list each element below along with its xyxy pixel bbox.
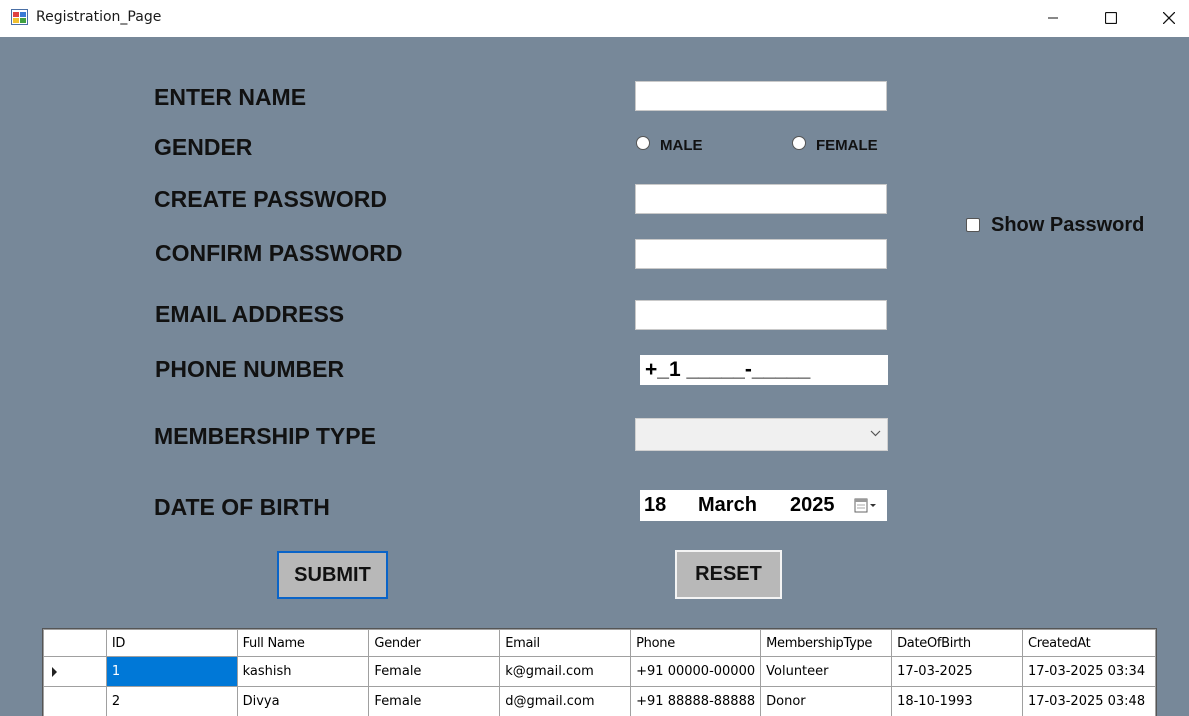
chevron-down-icon: [870, 430, 881, 437]
phone-value: +_1 _____-_____: [645, 358, 811, 381]
dob-day[interactable]: 18: [644, 494, 666, 517]
create-password-input[interactable]: [635, 184, 887, 214]
cell-created-at[interactable]: 17-03-2025 03:34: [1021, 656, 1156, 687]
male-radio-label[interactable]: MALE: [660, 137, 703, 154]
email-input[interactable]: [635, 300, 887, 330]
column-header-phone[interactable]: Phone: [630, 629, 762, 657]
current-row-arrow-icon: [52, 667, 57, 677]
column-header-id[interactable]: ID: [105, 629, 238, 657]
cell-gender[interactable]: Female: [368, 686, 501, 716]
membership-dropdown[interactable]: [635, 418, 888, 451]
name-input[interactable]: [635, 81, 887, 111]
cell-id[interactable]: 1: [105, 656, 238, 687]
close-button[interactable]: [1140, 0, 1189, 37]
grid-header-row: ID Full Name Gender Email Phone Membersh…: [43, 629, 1156, 657]
column-header-date-of-birth[interactable]: DateOfBirth: [891, 629, 1023, 657]
cell-phone[interactable]: +91 00000-00000: [630, 656, 762, 687]
dob-label: DATE OF BIRTH: [154, 494, 330, 520]
confirm-password-label: CONFIRM PASSWORD: [155, 240, 403, 266]
row-header[interactable]: [43, 656, 107, 687]
close-icon: [1163, 12, 1175, 24]
registrations-grid[interactable]: ID Full Name Gender Email Phone Membersh…: [42, 628, 1157, 716]
grid-corner-cell: [43, 629, 107, 657]
cell-membership-type[interactable]: Volunteer: [760, 656, 893, 687]
show-password-label[interactable]: Show Password: [991, 214, 1144, 237]
gender-label: GENDER: [154, 134, 253, 160]
female-radio[interactable]: [792, 136, 806, 150]
maximize-icon: [1105, 12, 1117, 24]
dob-month[interactable]: March: [698, 494, 757, 517]
dob-date-picker[interactable]: 18 March 2025: [640, 490, 887, 521]
membership-label: MEMBERSHIP TYPE: [154, 423, 376, 449]
cell-date-of-birth[interactable]: 18-10-1993: [891, 686, 1023, 716]
table-row[interactable]: 1 kashish Female k@gmail.com +91 00000-0…: [43, 656, 1156, 687]
dob-year[interactable]: 2025: [790, 494, 835, 517]
cell-date-of-birth[interactable]: 17-03-2025: [891, 656, 1023, 687]
cell-email[interactable]: d@gmail.com: [499, 686, 632, 716]
confirm-password-input[interactable]: [635, 239, 887, 269]
table-row[interactable]: 2 Divya Female d@gmail.com +91 88888-888…: [43, 686, 1156, 716]
window-title: Registration_Page: [36, 9, 162, 25]
name-label: ENTER NAME: [154, 84, 307, 110]
show-password-checkbox[interactable]: [966, 218, 980, 232]
cell-id[interactable]: 2: [105, 686, 238, 716]
minimize-icon: [1048, 17, 1058, 19]
submit-button[interactable]: SUBMIT: [277, 551, 388, 599]
phone-masked-input[interactable]: +_1 _____-_____: [640, 355, 888, 385]
maximize-button[interactable]: [1082, 0, 1140, 37]
create-password-label: CREATE PASSWORD: [154, 186, 387, 212]
minimize-button[interactable]: [1024, 0, 1082, 37]
column-header-full-name[interactable]: Full Name: [236, 629, 370, 657]
male-radio[interactable]: [636, 136, 650, 150]
calendar-dropdown-icon[interactable]: [854, 498, 878, 514]
reset-button[interactable]: RESET: [675, 550, 782, 599]
cell-phone[interactable]: +91 88888-88888: [630, 686, 762, 716]
cell-full-name[interactable]: kashish: [236, 656, 370, 687]
cell-membership-type[interactable]: Donor: [760, 686, 893, 716]
title-bar: Registration_Page: [0, 0, 1189, 37]
email-label: EMAIL ADDRESS: [155, 301, 345, 327]
female-radio-label[interactable]: FEMALE: [816, 137, 878, 154]
cell-created-at[interactable]: 17-03-2025 03:48: [1021, 686, 1156, 716]
column-header-membership-type[interactable]: MembershipType: [760, 629, 893, 657]
cell-gender[interactable]: Female: [368, 656, 501, 687]
cell-full-name[interactable]: Divya: [236, 686, 370, 716]
cell-email[interactable]: k@gmail.com: [499, 656, 632, 687]
row-header[interactable]: [43, 686, 107, 716]
phone-label: PHONE NUMBER: [155, 356, 345, 382]
column-header-gender[interactable]: Gender: [368, 629, 501, 657]
column-header-created-at[interactable]: CreatedAt: [1021, 629, 1156, 657]
column-header-email[interactable]: Email: [499, 629, 632, 657]
app-icon: [11, 9, 28, 25]
